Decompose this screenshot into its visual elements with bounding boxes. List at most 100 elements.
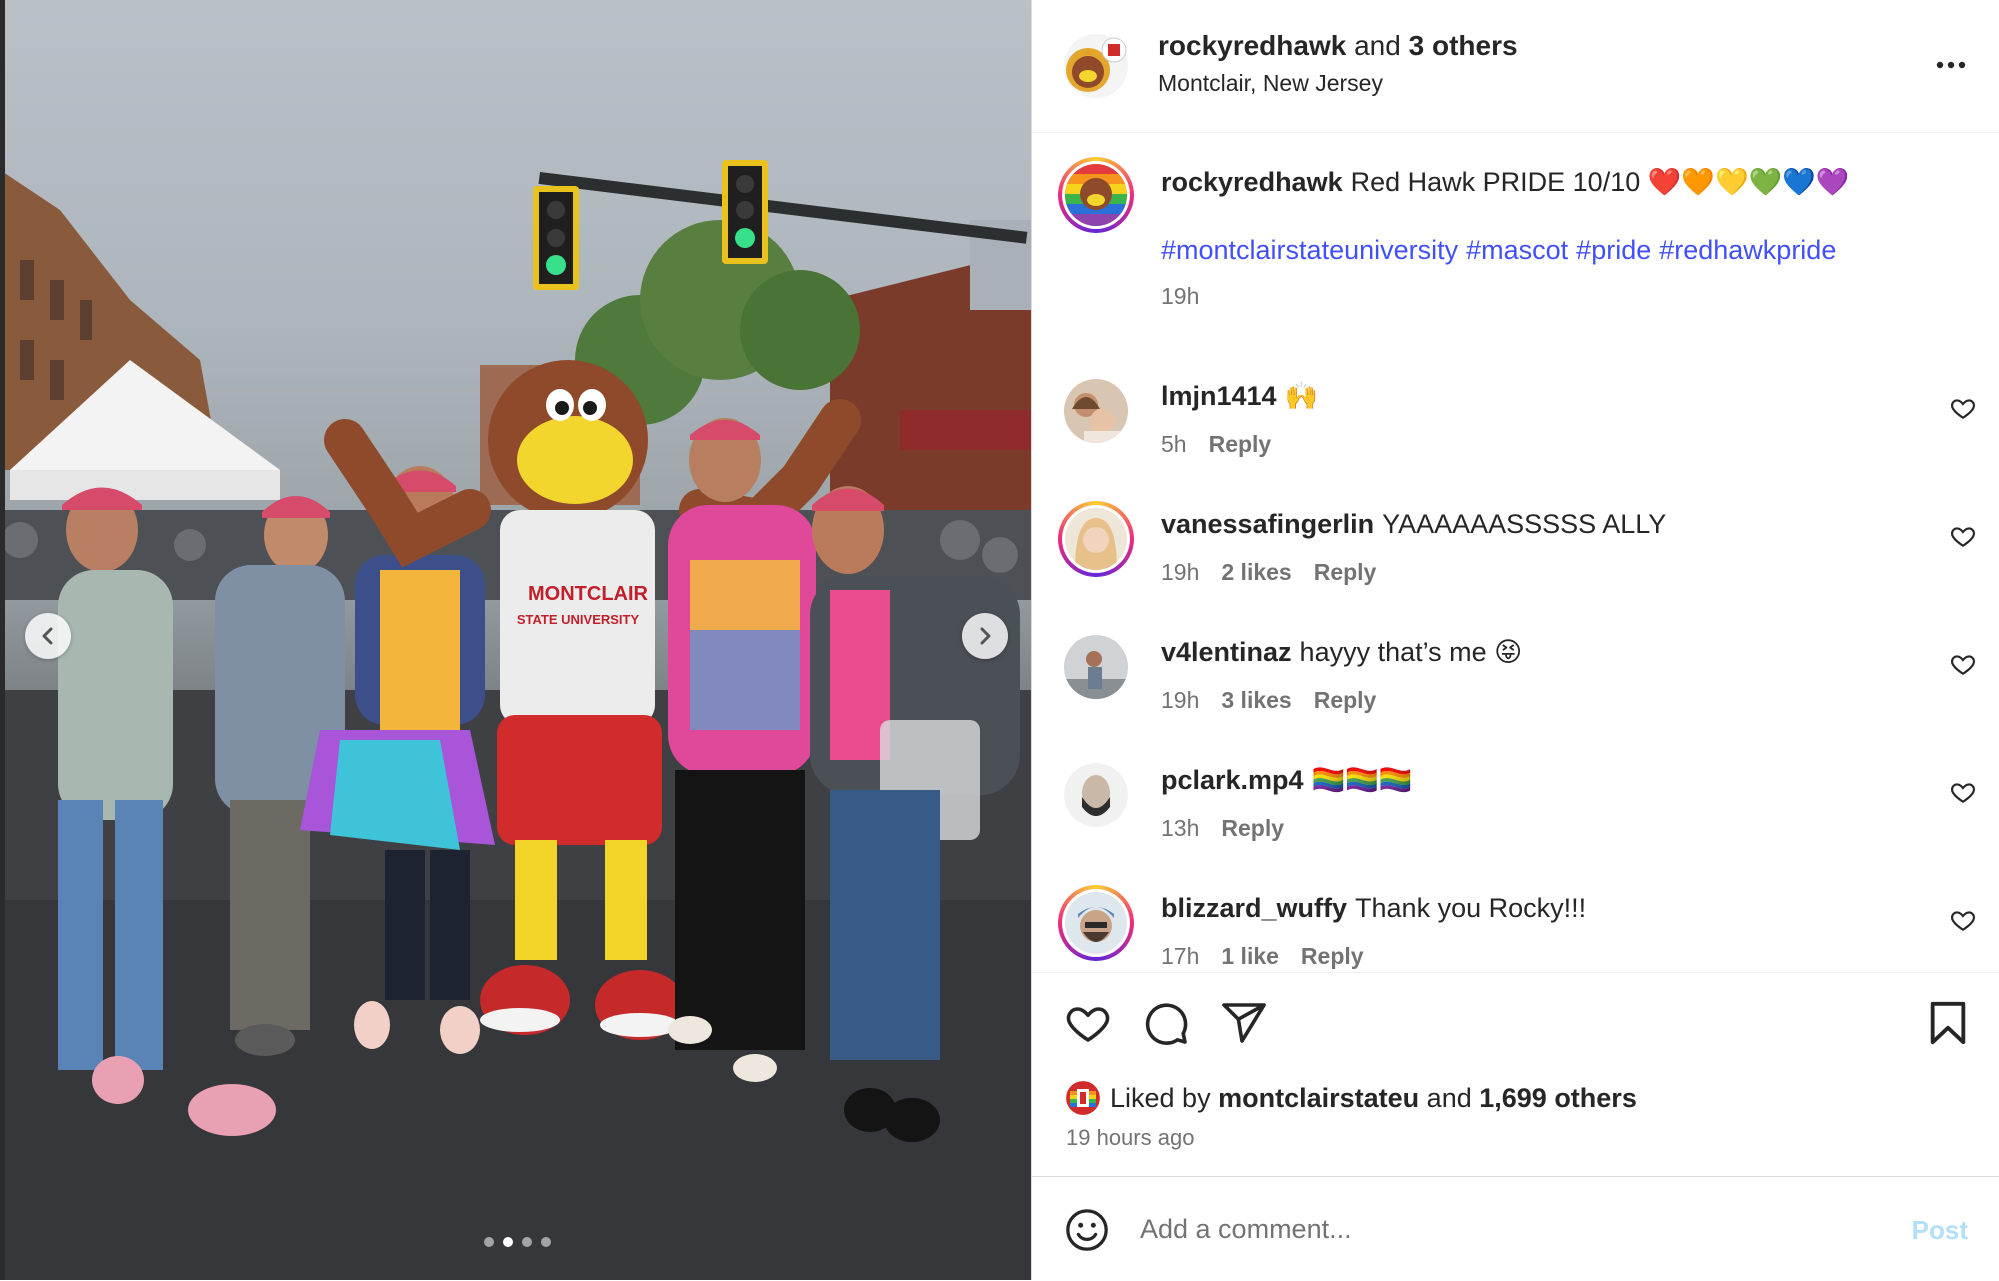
comment-body: YAAAAAASSSSS ALLY xyxy=(1382,509,1667,539)
comment-avatar-image xyxy=(1065,508,1127,570)
comment-meta: 19h 3 likes Reply xyxy=(1161,687,1398,714)
comment-likes-count[interactable]: 3 likes xyxy=(1221,687,1291,713)
hashtag-link[interactable]: #mascot xyxy=(1466,235,1568,265)
liker-avatar[interactable] xyxy=(1066,1081,1100,1115)
post-header: rockyredhawk and 3 others Montclair, New… xyxy=(1032,0,1999,133)
comment-avatar[interactable] xyxy=(1058,501,1134,577)
comment-username[interactable]: pclark.mp4 xyxy=(1161,765,1304,795)
comment-meta: 5h Reply xyxy=(1161,431,1293,458)
carousel-dot xyxy=(484,1237,494,1247)
reply-button[interactable]: Reply xyxy=(1301,943,1364,969)
post-actions: Liked by montclairstateu and 1,699 other… xyxy=(1032,972,1999,1177)
carousel-dot xyxy=(522,1237,532,1247)
emoji-smiley-icon[interactable] xyxy=(1064,1207,1110,1253)
comment-body: 🏳️‍🌈🏳️‍🌈🏳️‍🌈 xyxy=(1311,765,1413,795)
comment-avatar-image xyxy=(1064,379,1128,443)
comment-bubble-icon[interactable] xyxy=(1142,999,1190,1047)
post-photo: MONTCLAIR STATE UNIVERSITY xyxy=(0,0,1031,1280)
share-paper-plane-icon[interactable] xyxy=(1220,999,1268,1047)
comment-username[interactable]: blizzard_wuffy xyxy=(1161,893,1347,923)
carousel-dot xyxy=(541,1237,551,1247)
caption-username[interactable]: rockyredhawk xyxy=(1161,167,1343,197)
liked-by-prefix: Liked by xyxy=(1110,1082,1211,1113)
more-options-button[interactable] xyxy=(1934,48,1968,87)
like-heart-icon[interactable] xyxy=(1064,999,1112,1047)
carousel-next-button[interactable] xyxy=(962,613,1008,659)
reply-button[interactable]: Reply xyxy=(1221,815,1284,841)
comment-like-heart-icon[interactable] xyxy=(1950,523,1976,549)
caption-text: rockyredhawk Red Hawk PRIDE 10/10 ❤️🧡💛💚💙💜 xyxy=(1161,165,1849,199)
comment-avatar[interactable] xyxy=(1058,885,1134,961)
comment-time[interactable]: 19h xyxy=(1161,559,1199,585)
comment-time[interactable]: 13h xyxy=(1161,815,1199,841)
save-bookmark-icon[interactable] xyxy=(1925,999,1971,1047)
post-authors: rockyredhawk and 3 others xyxy=(1158,30,1518,62)
caption-time[interactable]: 19h xyxy=(1161,283,1199,309)
likes-others-link[interactable]: 1,699 others xyxy=(1479,1083,1637,1114)
more-horizontal-icon xyxy=(1936,61,1966,69)
comment-username[interactable]: v4lentinaz xyxy=(1161,637,1292,667)
comment-body: Thank you Rocky!!! xyxy=(1355,893,1587,923)
comment-body: hayyy that’s me 😝 xyxy=(1299,637,1523,667)
comment-text: vanessafingerlin YAAAAAASSSSS ALLY xyxy=(1161,507,1666,541)
comment-likes-count[interactable]: 2 likes xyxy=(1221,559,1291,585)
hashtag-link[interactable]: #pride xyxy=(1576,235,1651,265)
comment-meta: 13h Reply xyxy=(1161,815,1306,842)
reply-button[interactable]: Reply xyxy=(1314,559,1377,585)
add-comment-input[interactable] xyxy=(1138,1203,1842,1255)
comment-time[interactable]: 5h xyxy=(1161,431,1187,457)
caption-meta: 19h xyxy=(1161,283,1221,310)
liker-username[interactable]: montclairstateu xyxy=(1218,1083,1419,1114)
comment-avatar-image xyxy=(1064,763,1128,827)
caption-hashtags: #montclairstateuniversity #mascot #pride #r… xyxy=(1161,235,1844,266)
author-avatar-image xyxy=(1064,34,1128,98)
comment-like-heart-icon[interactable] xyxy=(1950,395,1976,421)
comment-text: lmjn1414 🙌 xyxy=(1161,379,1318,413)
comment-avatar-image xyxy=(1064,635,1128,699)
carousel-previous-button[interactable] xyxy=(25,613,71,659)
comment-avatar[interactable] xyxy=(1058,757,1134,833)
hashtag-link[interactable]: #redhawkpride xyxy=(1659,235,1836,265)
reply-button[interactable]: Reply xyxy=(1314,687,1377,713)
post-comment-button[interactable]: Post xyxy=(1912,1215,1968,1246)
caption-body: Red Hawk PRIDE 10/10 ❤️🧡💛💚💙💜 xyxy=(1350,167,1850,197)
comment-like-heart-icon[interactable] xyxy=(1950,779,1976,805)
comment-username[interactable]: vanessafingerlin xyxy=(1161,509,1374,539)
chevron-right-icon xyxy=(980,627,991,645)
comment-username[interactable]: lmjn1414 xyxy=(1161,381,1277,411)
comment-avatar-image xyxy=(1065,892,1127,954)
comment-like-heart-icon[interactable] xyxy=(1950,651,1976,677)
comment-like-heart-icon[interactable] xyxy=(1950,907,1976,933)
add-comment-bar: Post xyxy=(1032,1176,1999,1281)
photo-scene: MONTCLAIR STATE UNIVERSITY xyxy=(0,160,1031,1280)
photo-left-edge xyxy=(0,0,5,1280)
hashtag-link[interactable]: #montclairstateuniversity xyxy=(1161,235,1458,265)
comment-body: 🙌 xyxy=(1284,381,1319,411)
reply-button[interactable]: Reply xyxy=(1209,431,1272,457)
caption-avatar-image xyxy=(1065,164,1127,226)
author-avatar[interactable] xyxy=(1064,34,1128,98)
comment-avatar[interactable] xyxy=(1058,373,1134,449)
mascot-shirt-text-line2: STATE UNIVERSITY xyxy=(517,612,640,627)
post-timestamp[interactable]: 19 hours ago xyxy=(1066,1125,1194,1151)
comment-likes-count[interactable]: 1 like xyxy=(1221,943,1279,969)
comment-meta: 19h 2 likes Reply xyxy=(1161,559,1398,586)
mascot-shirt-text-line1: MONTCLAIR xyxy=(528,583,649,605)
comment-time[interactable]: 19h xyxy=(1161,687,1199,713)
authors-conjunction: and xyxy=(1354,30,1401,61)
comments-section[interactable]: rockyredhawk Red Hawk PRIDE 10/10 ❤️🧡💛💚💙💜… xyxy=(1032,133,1999,971)
comment-text: blizzard_wuffy Thank you Rocky!!! xyxy=(1161,891,1586,925)
author-username[interactable]: rockyredhawk xyxy=(1158,30,1346,61)
comment-time[interactable]: 17h xyxy=(1161,943,1199,969)
comment-meta: 17h 1 like Reply xyxy=(1161,943,1386,970)
post-location[interactable]: Montclair, New Jersey xyxy=(1158,70,1383,97)
liker-avatar-image xyxy=(1066,1081,1100,1115)
likes-conjunction: and xyxy=(1426,1082,1472,1113)
comment-avatar[interactable] xyxy=(1058,629,1134,705)
comment-text: v4lentinaz hayyy that’s me 😝 xyxy=(1161,635,1522,669)
caption-avatar[interactable] xyxy=(1058,157,1134,233)
likes-summary: Liked by montclairstateu and 1,699 other… xyxy=(1066,1081,1637,1115)
comment-text: pclark.mp4 🏳️‍🌈🏳️‍🌈🏳️‍🌈 xyxy=(1161,763,1412,797)
coauthors-link[interactable]: 3 others xyxy=(1409,30,1518,61)
post-side-panel: rockyredhawk and 3 others Montclair, New… xyxy=(1031,0,1999,1280)
